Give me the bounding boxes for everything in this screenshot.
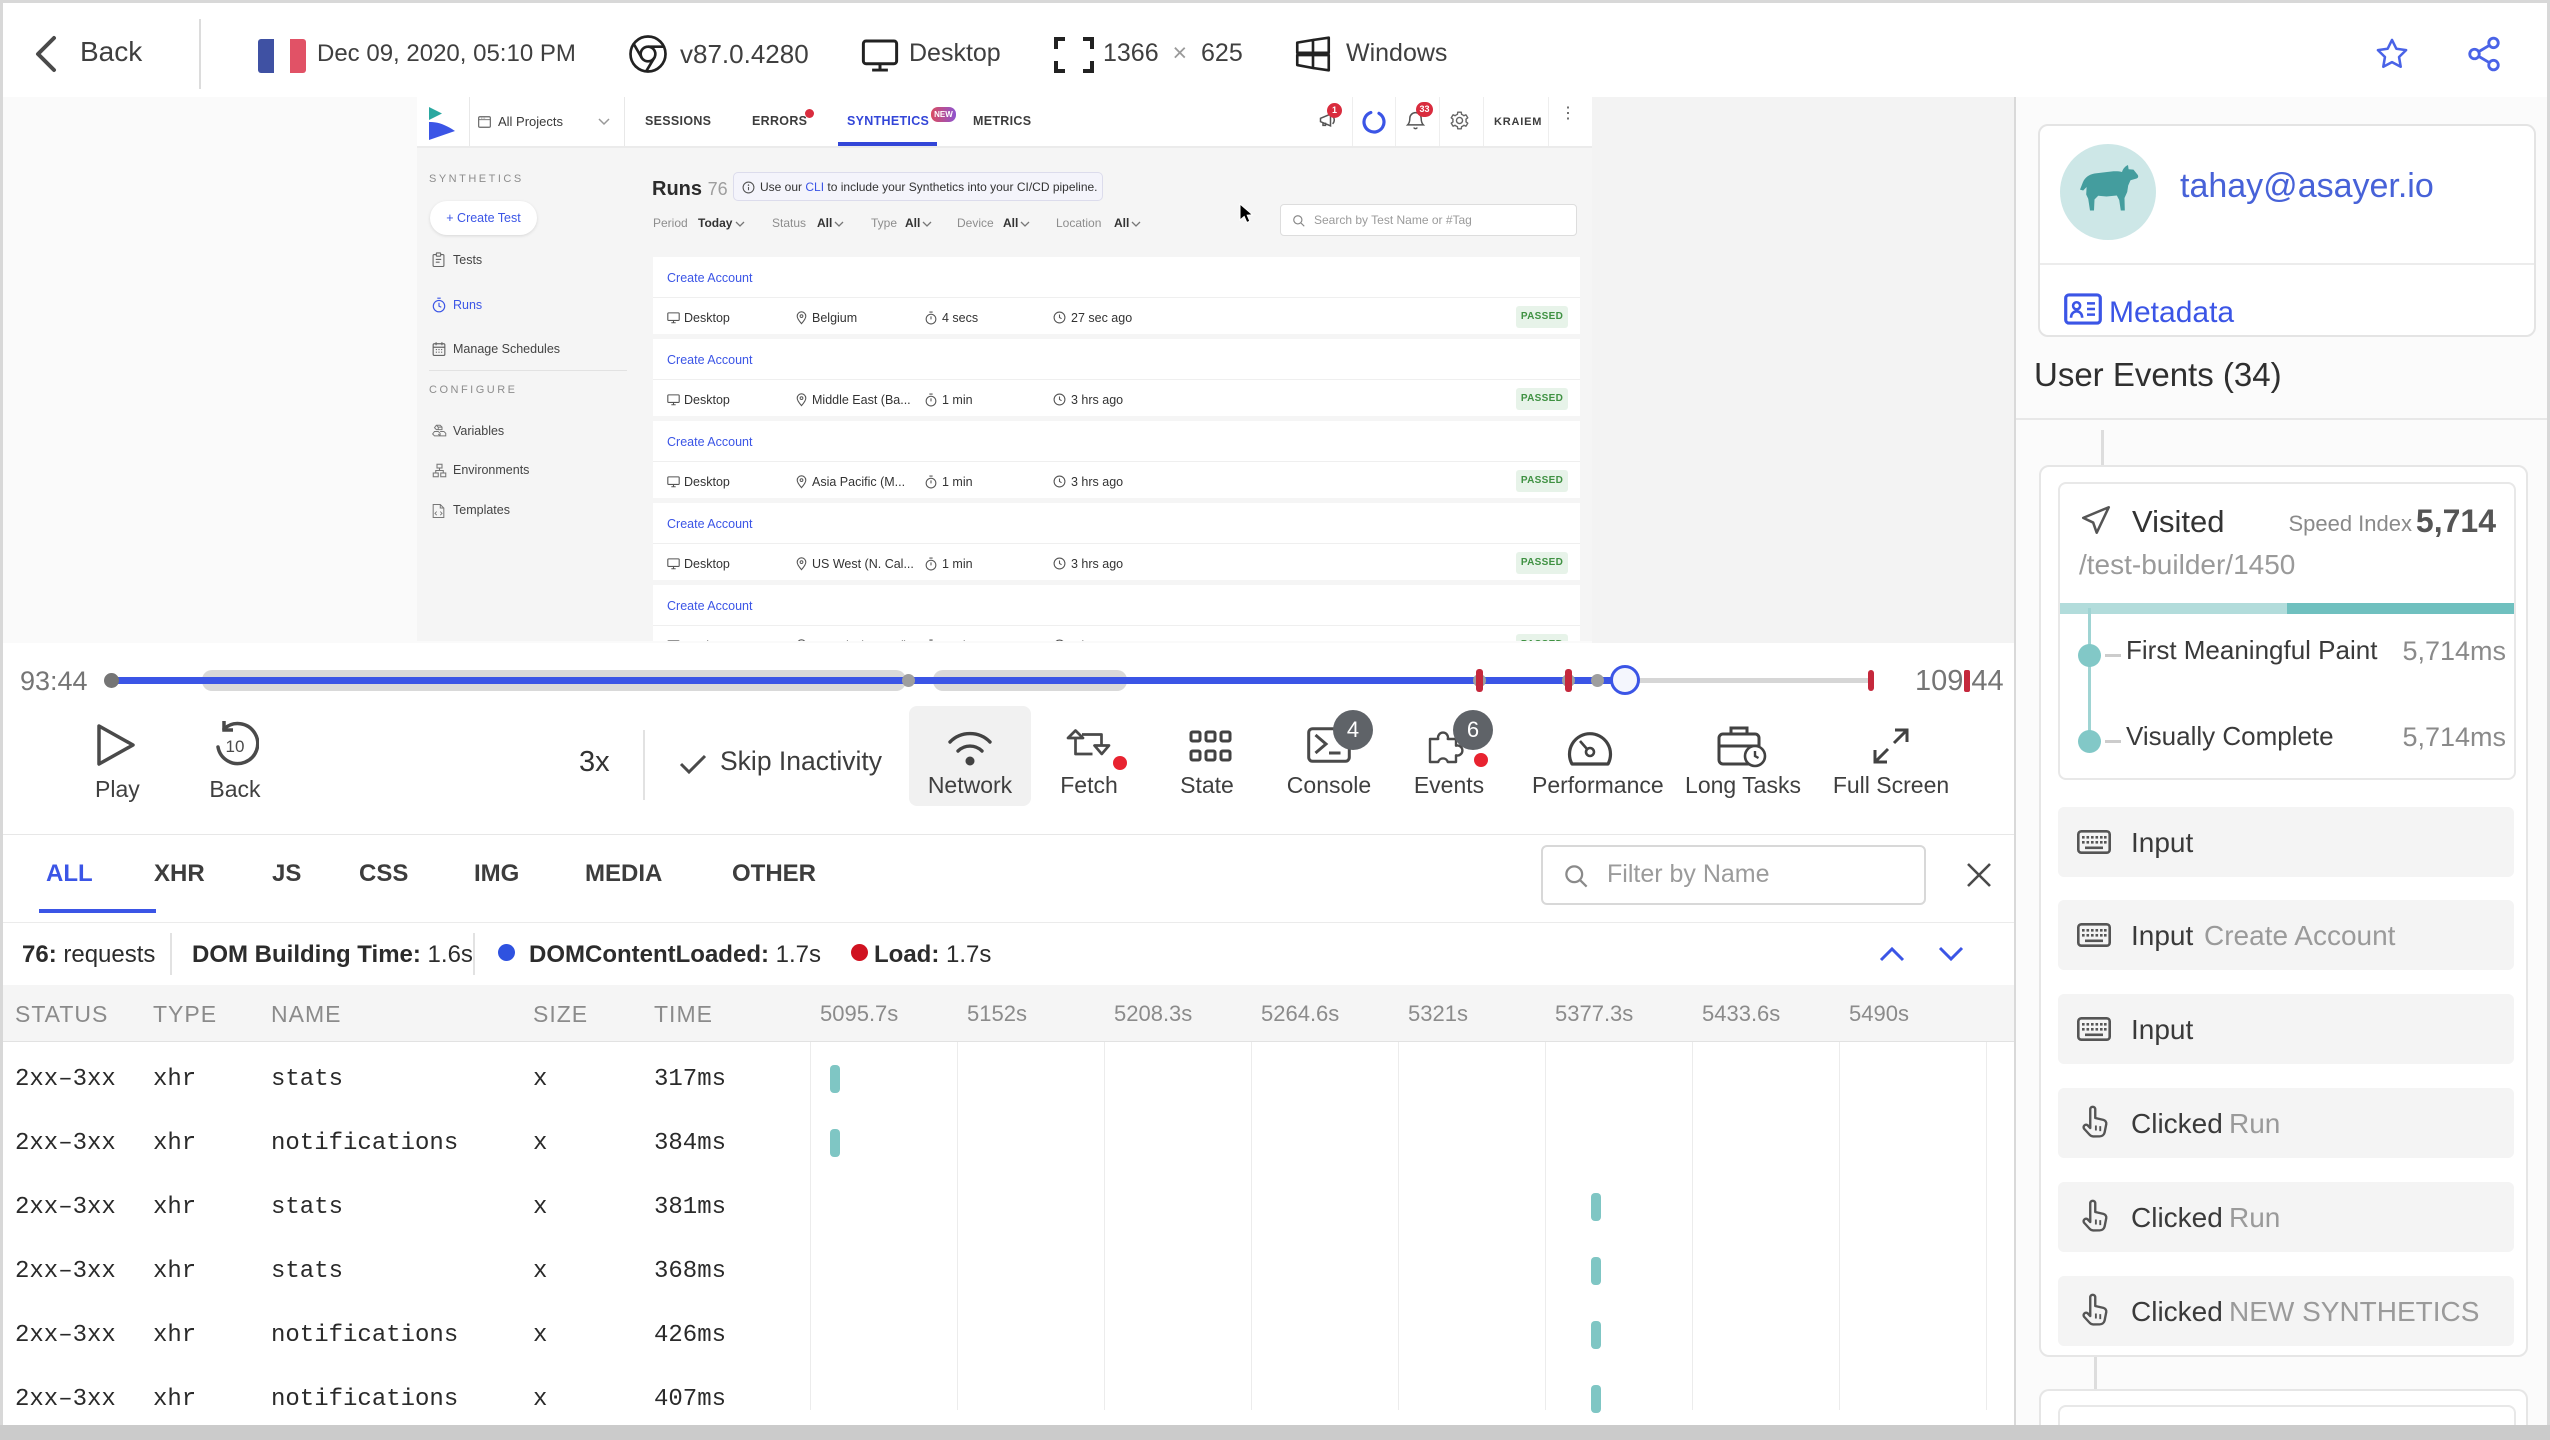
svg-text:10: 10 — [226, 737, 245, 756]
